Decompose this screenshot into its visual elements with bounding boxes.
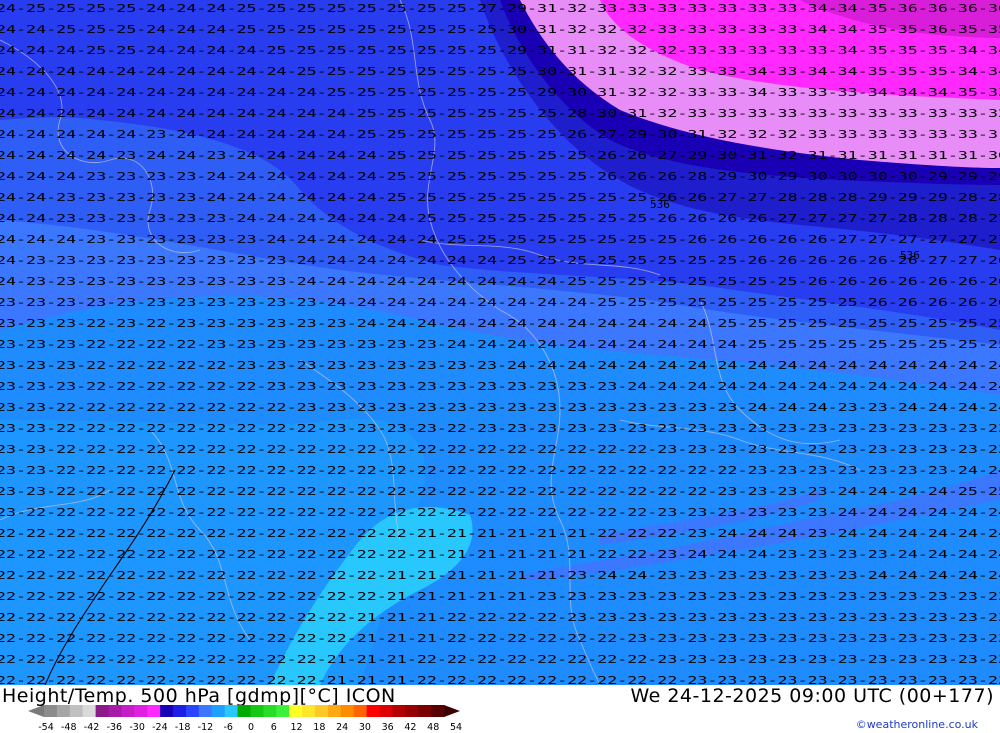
colorbar-tick-label: 36 xyxy=(382,722,394,733)
colorbar-tick-label: -6 xyxy=(223,722,232,733)
colorbar-tick-label: -48 xyxy=(61,722,77,733)
map-datetime: We 24-12-2025 09:00 UTC (00+177) xyxy=(630,685,994,707)
colorbar-cell xyxy=(147,705,161,717)
value-row: 24-24-23-23-23-23-23-23-24-24-24-24-24-2… xyxy=(0,212,1000,225)
value-row: 23-23-23-22-22-22-22-22-22-23-23-23-23-2… xyxy=(0,380,1000,393)
colorbar-tick-label: 12 xyxy=(291,722,303,733)
value-row: 23-23-22-22-22-22-22-22-22-22-22-22-22-2… xyxy=(0,485,1000,498)
colorbar-cell xyxy=(185,705,200,717)
colorbar-tick-label: 6 xyxy=(271,722,277,733)
colorbar-right-arrow xyxy=(444,705,460,717)
value-row: 24-24-24-24-24-24-24-24-24-24-25-25-25-2… xyxy=(0,65,1000,78)
colorbar-cell xyxy=(95,705,110,717)
colorbar-tick-label: -30 xyxy=(129,722,145,733)
value-row: 24-23-23-23-23-23-23-23-23-23-24-24-24-2… xyxy=(0,254,1000,267)
colorbar-cell xyxy=(160,705,174,717)
colorbar-tick-label: -24 xyxy=(152,722,168,733)
value-row: 24-24-24-24-24-23-24-24-24-24-24-24-25-2… xyxy=(0,128,1000,141)
colorbar-tick-labels: -54 -48 -42 -36 -30 -24 -18 -12 -6 0 6 12 18 24 30 36 42… xyxy=(38,722,462,733)
colorbar-cell xyxy=(82,705,97,717)
value-row: 23-22-22-22-22-22-22-22-22-22-22-22-22-2… xyxy=(0,506,1000,519)
value-row: 24-23-23-23-23-23-23-23-23-23-24-24-24-2… xyxy=(0,275,1000,288)
value-row: 22-22-22-22-22-22-22-22-22-22-22-21-21-2… xyxy=(0,674,1000,685)
value-row: 24-24-25-25-25-24-24-24-25-25-25-25-25-2… xyxy=(0,23,1000,36)
value-row: 23-23-22-22-22-22-22-22-22-22-22-23-23-2… xyxy=(0,422,1000,435)
colorbar-cell xyxy=(353,705,368,717)
colorbar-cell xyxy=(198,705,213,717)
colorbar-cell xyxy=(263,705,277,717)
colorbar-cell xyxy=(431,705,445,717)
value-row: 24-24-23-23-23-23-23-24-24-24-24-24-24-2… xyxy=(0,191,1000,204)
map-title: Height/Temp. 500 hPa [gdmp][°C] ICON xyxy=(2,685,396,707)
colorbar-cell xyxy=(405,705,419,717)
value-row: 23-23-22-22-22-22-22-22-22-22-23-23-23-2… xyxy=(0,401,1000,414)
weather-map: 24-25-25-25-25-24-24-24-25-25-25-25-25-2… xyxy=(0,0,1000,685)
value-row: 22-22-22-22-22-22-22-22-22-22-22-22-22-2… xyxy=(0,527,1000,540)
colorbar-cell xyxy=(108,705,122,717)
colorbar-cell xyxy=(276,705,290,717)
value-row: 24-25-25-25-25-24-24-24-25-25-25-25-25-2… xyxy=(0,2,1000,15)
value-row: 22-22-22-22-22-22-22-22-22-22-22-21-21-2… xyxy=(0,653,1000,666)
value-row: 22-22-22-22-22-22-22-22-22-22-22-22-21-2… xyxy=(0,611,1000,624)
colorbar-cell xyxy=(392,705,406,717)
contour-label-536: 536 xyxy=(900,249,920,262)
footer-bar: Height/Temp. 500 hPa [gdmp][°C] ICON We … xyxy=(0,685,1000,733)
colorbar-tick-label: 0 xyxy=(248,722,254,733)
colorbar-cell xyxy=(173,705,187,717)
value-row: 22-22-22-22-22-22-22-22-22-22-22-22-22-2… xyxy=(0,569,1000,582)
value-row: 22-22-22-22-22-22-22-22-22-22-22-22-22-2… xyxy=(0,548,1000,561)
colorbar-cell xyxy=(134,705,148,717)
colorbar-tick-label: 54 xyxy=(450,722,462,733)
value-row: 24-24-24-24-24-24-24-24-24-24-24-24-25-2… xyxy=(0,107,1000,120)
color-scale-legend: -54 -48 -42 -36 -30 -24 -18 -12 -6 0 6 12 18 24 30 36 42… xyxy=(28,705,462,733)
colorbar-tick-label: 30 xyxy=(359,722,371,733)
colorbar-cell xyxy=(379,705,393,717)
colorbar-tick-label: -12 xyxy=(198,722,214,733)
value-row: 23-23-23-22-23-22-23-23-23-23-23-23-24-2… xyxy=(0,317,1000,330)
value-row: 24-24-24-23-23-23-23-24-24-24-24-24-24-2… xyxy=(0,170,1000,183)
colorbar-tick-label: -18 xyxy=(175,722,191,733)
value-row: 22-22-22-22-22-22-22-22-22-22-22-22-21-2… xyxy=(0,632,1000,645)
colorbar-tick-label: 18 xyxy=(313,722,325,733)
value-row: 24-24-24-23-23-23-23-23-23-24-24-24-24-2… xyxy=(0,233,1000,246)
colorbar-cell xyxy=(289,705,303,717)
colorbar-tick-label: -42 xyxy=(84,722,100,733)
value-row: 22-22-22-22-22-22-22-22-22-22-22-22-22-2… xyxy=(0,590,1000,603)
value-row: 24-24-24-25-25-24-24-24-24-25-25-25-25-2… xyxy=(0,44,1000,57)
colorbar-cell xyxy=(340,705,355,717)
colorbar-tick-label: 48 xyxy=(427,722,439,733)
colorbar-cell xyxy=(418,705,432,717)
colorbar-left-arrow xyxy=(28,705,44,717)
colorbar-cells xyxy=(44,705,445,717)
colorbar-cell xyxy=(250,705,264,717)
colorbar-tick-label: 24 xyxy=(336,722,348,733)
colorbar-cell xyxy=(327,705,342,717)
value-row: 23-23-23-22-22-22-22-23-23-23-23-23-23-2… xyxy=(0,338,1000,351)
contour-label-536: 536 xyxy=(650,198,670,211)
colorbar-cell xyxy=(211,705,226,717)
value-row: 23-23-22-22-22-22-22-22-22-22-22-22-22-2… xyxy=(0,443,1000,456)
value-row: 23-23-23-22-22-22-22-22-23-23-23-23-23-2… xyxy=(0,359,1000,372)
colorbar-cell xyxy=(69,705,84,717)
colorbar-cell xyxy=(302,705,316,717)
colorbar-cell xyxy=(237,705,251,717)
value-row: 23-23-23-23-23-23-23-23-23-23-23-24-24-2… xyxy=(0,296,1000,309)
colorbar-cell xyxy=(314,705,329,717)
colorbar-cell xyxy=(224,705,239,717)
colorbar-cell xyxy=(44,705,58,717)
value-row: 24-24-24-24-23-24-24-23-24-24-24-24-24-2… xyxy=(0,149,1000,162)
credit-link[interactable]: ©weatheronline.co.uk xyxy=(856,718,978,731)
value-row: 24-24-24-24-24-24-24-24-24-24-24-25-25-2… xyxy=(0,86,1000,99)
value-row: 23-23-22-22-22-22-22-22-22-22-22-22-22-2… xyxy=(0,464,1000,477)
colorbar-tick-label: -36 xyxy=(107,722,123,733)
colorbar-cell xyxy=(121,705,135,717)
colorbar-cell xyxy=(366,705,380,717)
colorbar-tick-label: -54 xyxy=(38,722,54,733)
colorbar-cell xyxy=(56,705,71,717)
colorbar-tick-label: 42 xyxy=(404,722,416,733)
